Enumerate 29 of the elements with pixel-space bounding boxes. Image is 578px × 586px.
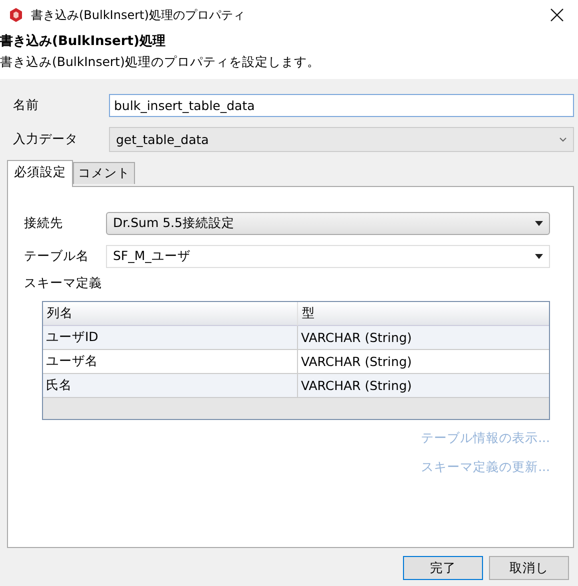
table-cell: VARCHAR (String): [297, 326, 549, 350]
field-label: 名前: [12, 96, 40, 114]
chevron-down-icon: [559, 136, 567, 142]
dialog-description: 書き込み(BulkInsert)処理のプロパティを設定します。: [0, 54, 321, 71]
input-data-dropdown[interactable]: get_table_data: [109, 126, 574, 152]
tab[interactable]: コメント: [73, 162, 135, 184]
dialog-heading: 書き込み(BulkInsert)処理: [0, 32, 166, 50]
table-name-dropdown[interactable]: SF_M_ユーザ: [106, 245, 550, 268]
table-cell: VARCHAR (String): [297, 350, 549, 374]
field-label: テーブル名: [24, 248, 90, 265]
window-title: 書き込み(BulkInsert)処理のプロパティ: [31, 6, 246, 24]
table-cell: ユーザID: [43, 326, 297, 350]
table-cell: 氏名: [43, 374, 297, 398]
dropdown-arrow-icon: [535, 254, 543, 259]
table-cell: ユーザ名: [43, 350, 297, 374]
field-label: 接続先: [24, 215, 64, 232]
ok-button[interactable]: 完了: [403, 556, 483, 580]
column-header[interactable]: 型: [297, 302, 549, 326]
cancel-button[interactable]: 取消し: [489, 556, 569, 580]
table-cell: VARCHAR (String): [297, 374, 549, 398]
name-field[interactable]: bulk_insert_table_data: [109, 94, 574, 116]
connection-dropdown[interactable]: Dr.Sum 5.5接続設定: [106, 212, 550, 235]
tab[interactable]: 必須設定: [7, 160, 73, 187]
column-header[interactable]: 列名: [43, 302, 297, 326]
field-label: 入力データ: [12, 130, 79, 148]
app-icon: [8, 7, 24, 23]
close-icon[interactable]: [550, 8, 564, 22]
dropdown-arrow-icon: [535, 221, 543, 226]
section-label: スキーマ定義: [24, 275, 103, 292]
